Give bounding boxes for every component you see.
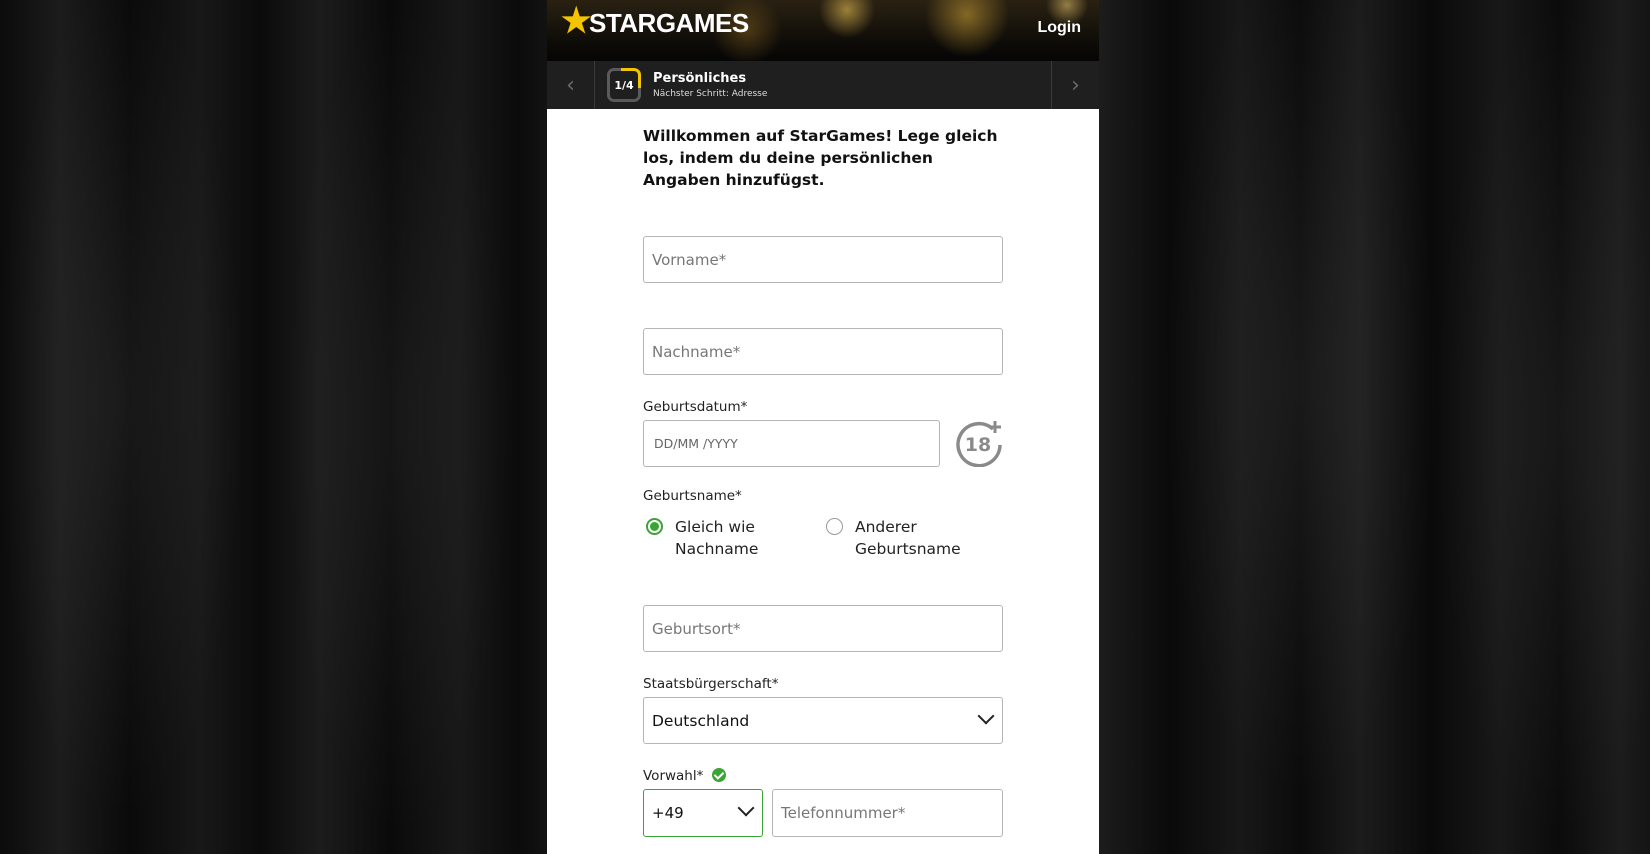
radio-button-selected[interactable] bbox=[646, 518, 663, 535]
birthplace-field[interactable]: Geburtsort* bbox=[643, 605, 1003, 652]
firstname-placeholder: Vorname* bbox=[652, 250, 727, 269]
chevron-left-icon[interactable]: ‹ bbox=[547, 61, 595, 109]
birthdate-field[interactable]: DD/MM /YYYY bbox=[643, 420, 940, 467]
phone-field[interactable]: Telefonnummer* bbox=[772, 789, 1003, 837]
birthname-label: Geburtsname* bbox=[643, 488, 742, 504]
step-next-label: Nächster Schritt: Adresse bbox=[653, 89, 768, 99]
lastname-field[interactable]: Nachname* bbox=[643, 328, 1003, 375]
citizenship-select[interactable]: Deutschland bbox=[643, 697, 1003, 744]
step-text: Persönliches Nächster Schritt: Adresse bbox=[653, 71, 767, 99]
prefix-label-text: Vorwahl* bbox=[643, 768, 704, 784]
chevron-down-icon bbox=[737, 799, 755, 817]
step-indicator: ‹ 1/4 Persönliches Nächster Schritt: Adr… bbox=[547, 61, 1099, 109]
brand-name: STARGAMES bbox=[588, 8, 749, 38]
radio-other-birthname[interactable]: Anderer Geburtsname bbox=[823, 516, 1003, 560]
prefix-select[interactable]: +49 bbox=[643, 789, 763, 837]
birthname-radio-group: Gleich wie Nachname Anderer Geburtsname bbox=[643, 516, 1003, 560]
svg-text:18: 18 bbox=[965, 434, 991, 456]
birthdate-label: Geburtsdatum* bbox=[643, 399, 748, 415]
citizenship-value: Deutschland bbox=[652, 711, 750, 730]
birthplace-placeholder: Geburtsort* bbox=[652, 619, 741, 638]
intro-text: Willkommen auf StarGames! Lege gleich lo… bbox=[643, 127, 998, 189]
radio-label: Anderer Geburtsname bbox=[855, 518, 961, 558]
lastname-placeholder: Nachname* bbox=[652, 342, 741, 361]
radio-label: Gleich wie Nachname bbox=[675, 518, 759, 558]
radio-button[interactable] bbox=[826, 518, 843, 535]
personal-form: Willkommen auf StarGames! Lege gleich lo… bbox=[643, 125, 1003, 837]
prefix-label: Vorwahl* bbox=[643, 768, 726, 784]
login-link[interactable]: Login bbox=[1037, 19, 1081, 37]
stargames-logo[interactable]: ★ STARGAMES bbox=[561, 4, 749, 39]
prefix-value: +49 bbox=[652, 804, 684, 822]
step-info: 1/4 Persönliches Nächster Schritt: Adres… bbox=[595, 61, 767, 109]
firstname-field[interactable]: Vorname* bbox=[643, 236, 1003, 283]
radio-same-as-lastname[interactable]: Gleich wie Nachname bbox=[643, 516, 823, 560]
step-title: Persönliches bbox=[653, 71, 747, 86]
check-circle-icon bbox=[711, 768, 726, 782]
star-icon: ★ bbox=[561, 1, 591, 40]
registration-panel: ★ STARGAMES Login ‹ 1/4 Persönliches Näc… bbox=[547, 0, 1099, 854]
chevron-down-icon bbox=[977, 707, 995, 725]
phone-placeholder: Telefonnummer* bbox=[781, 804, 906, 822]
header: ★ STARGAMES Login bbox=[547, 0, 1099, 61]
step-progress-badge: 1/4 bbox=[607, 68, 641, 102]
chevron-right-icon[interactable]: › bbox=[1051, 61, 1099, 109]
birthdate-placeholder: DD/MM /YYYY bbox=[654, 436, 738, 451]
citizenship-label: Staatsbürgerschaft* bbox=[643, 676, 779, 692]
age-18-plus-icon: 18 bbox=[956, 421, 1002, 467]
step-count: 1/4 bbox=[614, 78, 634, 92]
